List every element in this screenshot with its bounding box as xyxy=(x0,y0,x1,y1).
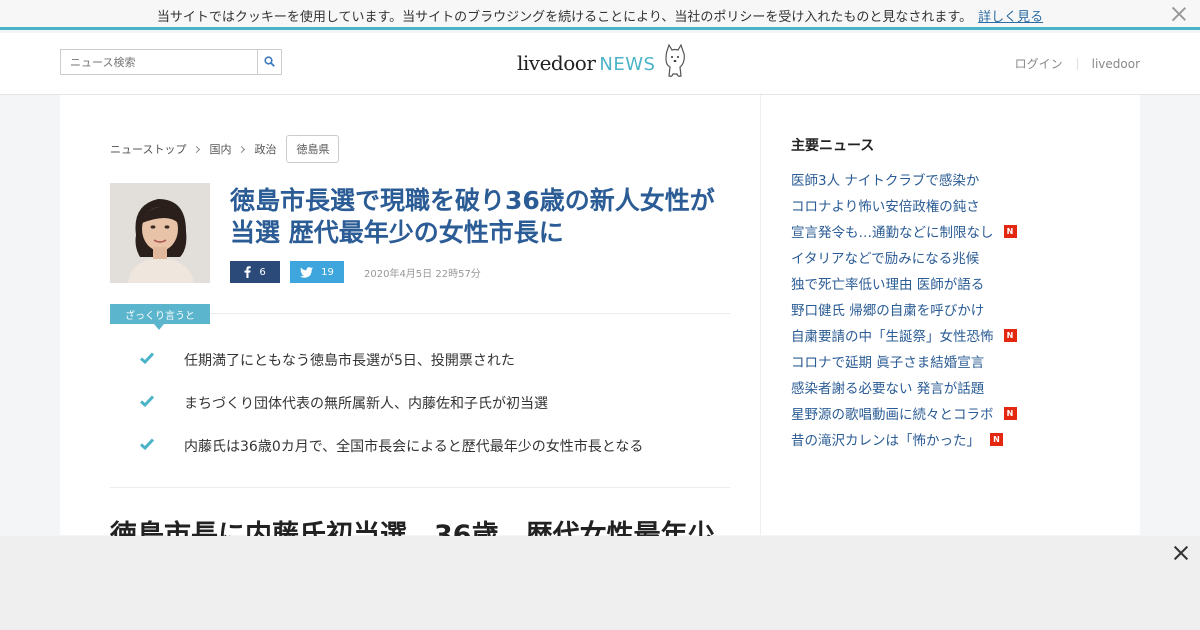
summary-text: 任期満了にともなう徳島市長選が5日、投開票された xyxy=(184,353,515,369)
header-divider xyxy=(1076,57,1078,70)
twitter-count: 19 xyxy=(321,266,334,278)
check-icon xyxy=(140,395,154,407)
news-link[interactable]: 昔の滝沢カレンは「怖かった」 xyxy=(791,429,980,449)
livedoor-link[interactable]: livedoor xyxy=(1092,57,1140,71)
breadcrumb-item-politics[interactable]: 政治 xyxy=(254,141,276,157)
login-link[interactable]: ログイン xyxy=(1015,55,1063,72)
share-bar: 6 19 2020年4月5日 22時57分 xyxy=(230,261,481,283)
facebook-share-button[interactable]: 6 xyxy=(230,261,280,283)
news-list-item[interactable]: 昔の滝沢カレンは「怖かった」 N xyxy=(791,426,1017,452)
portrait-image xyxy=(110,183,210,283)
summary-item: まちづくり団体代表の無所属新人、内藤佐和子氏が初当選 xyxy=(140,395,643,438)
news-list-item[interactable]: 宣言発令も…通勤などに制限なし N xyxy=(791,218,1017,244)
news-list-item[interactable]: 医師3人 ナイトクラブで感染か xyxy=(791,166,1017,192)
summary-text: 内藤氏は36歳0カ月で、全国市長会によると歴代最年少の女性市長となる xyxy=(184,439,644,455)
news-list-item[interactable]: イタリアなどで励みになる兆候 xyxy=(791,244,1017,270)
news-list-item[interactable]: 独で死亡率低い理由 医師が語る xyxy=(791,270,1017,296)
new-badge: N xyxy=(1003,406,1017,420)
divider xyxy=(110,487,730,488)
summary-item: 任期満了にともなう徳島市長選が5日、投開票された xyxy=(140,352,643,395)
news-link[interactable]: 独で死亡率低い理由 医師が語る xyxy=(791,273,984,293)
news-link[interactable]: イタリアなどで励みになる兆候 xyxy=(791,247,979,267)
summary-list: 任期満了にともなう徳島市長選が5日、投開票された まちづくり団体代表の無所属新人… xyxy=(140,352,643,481)
news-link[interactable]: 宣言発令も…通勤などに制限なし xyxy=(791,221,994,241)
sidebar-title: 主要ニュース xyxy=(791,138,875,154)
news-list-item[interactable]: コロナより怖い安倍政権の鈍さ xyxy=(791,192,1017,218)
chevron-right-icon xyxy=(193,145,201,153)
facebook-count: 6 xyxy=(259,266,266,278)
news-link[interactable]: 野口健氏 帰郷の自粛を呼びかけ xyxy=(791,299,984,319)
check-icon xyxy=(140,352,154,364)
search-box xyxy=(60,49,282,75)
facebook-icon xyxy=(244,266,252,278)
check-icon xyxy=(140,438,154,450)
dog-mascot-icon xyxy=(665,43,685,77)
breadcrumb: ニューストップ 国内 政治 徳島県 xyxy=(110,135,340,163)
divider xyxy=(210,313,730,314)
news-list-item[interactable]: 野口健氏 帰郷の自粛を呼びかけ xyxy=(791,296,1017,322)
close-icon[interactable] xyxy=(1172,544,1190,562)
twitter-icon xyxy=(300,266,314,278)
search-button[interactable] xyxy=(257,50,281,74)
news-link[interactable]: コロナで延期 眞子さま結婚宣言 xyxy=(791,351,984,371)
site-header: livedoorNEWS ログイン livedoor xyxy=(0,33,1200,95)
article-photo[interactable] xyxy=(110,183,210,283)
top-news-list: 医師3人 ナイトクラブで感染か コロナより怖い安倍政権の鈍さ 宣言発令も…通勤などに… xyxy=(791,166,1017,452)
site-logo[interactable]: livedoor NEWS xyxy=(517,43,685,81)
new-badge: N xyxy=(1003,224,1017,238)
search-icon xyxy=(264,56,275,67)
news-link[interactable]: 医師3人 ナイトクラブで感染か xyxy=(791,169,979,189)
ad-overlay xyxy=(0,536,1200,630)
news-list-item[interactable]: 自粛要請の中「生誕祭」女性恐怖 N xyxy=(791,322,1017,348)
new-badge: N xyxy=(1003,328,1017,342)
news-link[interactable]: 星野源の歌唱動画に続々とコラボ xyxy=(791,403,994,423)
logo-news: NEWS xyxy=(599,54,656,75)
summary-label: ざっくり言うと xyxy=(110,304,210,330)
cookie-message: 当サイトではクッキーを使用しています。当サイトのブラウジングを続けることにより、… xyxy=(0,6,1200,25)
news-list-item[interactable]: 星野源の歌唱動画に続々とコラボ N xyxy=(791,400,1017,426)
close-icon[interactable] xyxy=(1170,5,1188,23)
news-link[interactable]: 自粛要請の中「生誕祭」女性恐怖 xyxy=(791,325,994,345)
news-list-item[interactable]: 感染者謝る必要ない 発言が話題 xyxy=(791,374,1017,400)
twitter-share-button[interactable]: 19 xyxy=(290,261,344,283)
new-badge: N xyxy=(990,432,1003,446)
news-list-item[interactable]: コロナで延期 眞子さま結婚宣言 xyxy=(791,348,1017,374)
news-link[interactable]: 感染者謝る必要ない 発言が話題 xyxy=(791,377,984,397)
article-title: 徳島市長選で現職を破り36歳の新人女性が当選 歴代最年少の女性市長に xyxy=(230,186,715,247)
sidebar: 主要ニュース 医師3人 ナイトクラブで感染か コロナより怖い安倍政権の鈍さ 宣言発令… xyxy=(760,95,1140,535)
news-link[interactable]: コロナより怖い安倍政権の鈍さ xyxy=(791,195,980,215)
publish-date: 2020年4月5日 22時57分 xyxy=(364,268,481,280)
summary-item: 内藤氏は36歳0カ月で、全国市長会によると歴代最年少の女性市長となる xyxy=(140,438,643,481)
cookie-banner: 当サイトではクッキーを使用しています。当サイトのブラウジングを続けることにより、… xyxy=(0,0,1200,30)
chevron-right-icon xyxy=(238,145,246,153)
breadcrumb-item-domestic[interactable]: 国内 xyxy=(209,141,231,157)
cookie-details-link[interactable]: 詳しく見る xyxy=(978,10,1043,25)
topic-tag[interactable]: 徳島県 xyxy=(286,135,340,163)
breadcrumb-item-news-top[interactable]: ニューストップ xyxy=(110,141,186,157)
logo-livedoor: livedoor xyxy=(517,51,596,75)
cookie-message-text: 当サイトではクッキーを使用しています。当サイトのブラウジングを続けることにより、… xyxy=(156,10,973,25)
article-panel: ニューストップ 国内 政治 徳島県 徳島市長選で現職を破り36歳の新人女性が当選… xyxy=(60,95,760,551)
summary-text: まちづくり団体代表の無所属新人、内藤佐和子氏が初当選 xyxy=(184,396,548,412)
search-input[interactable] xyxy=(61,50,258,74)
header-nav: ログイン livedoor xyxy=(1015,55,1140,72)
